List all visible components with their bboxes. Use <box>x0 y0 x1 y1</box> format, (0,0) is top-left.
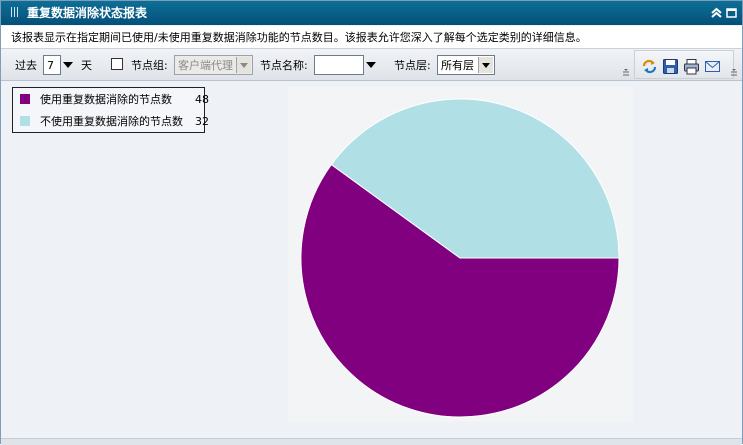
legend-label: 不使用重复数据消除的节点数 <box>40 115 183 128</box>
node-group-label: 节点组: <box>131 59 168 72</box>
legend-value: 32 <box>195 115 209 128</box>
print-icon[interactable] <box>683 58 700 75</box>
node-group-select[interactable]: 客户端代理 <box>174 55 253 75</box>
node-name-input[interactable] <box>314 55 364 75</box>
toolbar-expand-icon[interactable] <box>621 57 631 78</box>
legend-swatch-unused <box>20 116 30 126</box>
chart-area <box>288 87 633 422</box>
period-unit-label: 天 <box>81 59 92 72</box>
refresh-icon[interactable] <box>641 58 658 75</box>
pie-chart <box>300 98 620 418</box>
save-icon[interactable] <box>662 58 679 75</box>
node-tier-select[interactable]: 所有层 <box>437 55 495 75</box>
toolbar-expand-icon-right[interactable] <box>729 57 739 78</box>
chevron-down-icon <box>478 57 493 73</box>
node-group-checkbox[interactable] <box>111 58 123 70</box>
report-description: 该报表显示在指定期间已使用/未使用重复数据消除功能的节点数目。该报表允许您深入了… <box>11 31 587 44</box>
node-tier-label: 节点层: <box>394 59 431 72</box>
legend-label: 使用重复数据消除的节点数 <box>40 93 172 106</box>
period-input[interactable]: 7 <box>43 55 61 75</box>
chevron-down-icon <box>236 57 251 73</box>
legend-swatch-used <box>20 94 30 104</box>
chart-legend: 使用重复数据消除的节点数 48 不使用重复数据消除的节点数 32 <box>12 87 209 133</box>
report-panel: 重复数据消除状态报表 该报表显示在指定期间已使用/未使用重复数据消除功能的节点数… <box>0 0 743 445</box>
double-chevron-up-icon[interactable] <box>710 6 723 19</box>
legend-value: 48 <box>195 93 209 106</box>
grip-icon <box>11 7 20 17</box>
node-name-label: 节点名称: <box>260 59 308 72</box>
description-bar: 该报表显示在指定期间已使用/未使用重复数据消除功能的节点数目。该报表允许您深入了… <box>1 26 742 49</box>
period-prefix-label: 过去 <box>15 59 37 72</box>
title-bar: 重复数据消除状态报表 <box>1 1 742 25</box>
maximize-icon[interactable] <box>725 6 738 19</box>
node-name-dropdown-arrow-icon[interactable] <box>366 62 376 68</box>
email-icon[interactable] <box>704 58 721 75</box>
period-dropdown-arrow-icon[interactable] <box>63 62 73 68</box>
panel-title: 重复数据消除状态报表 <box>27 6 148 20</box>
